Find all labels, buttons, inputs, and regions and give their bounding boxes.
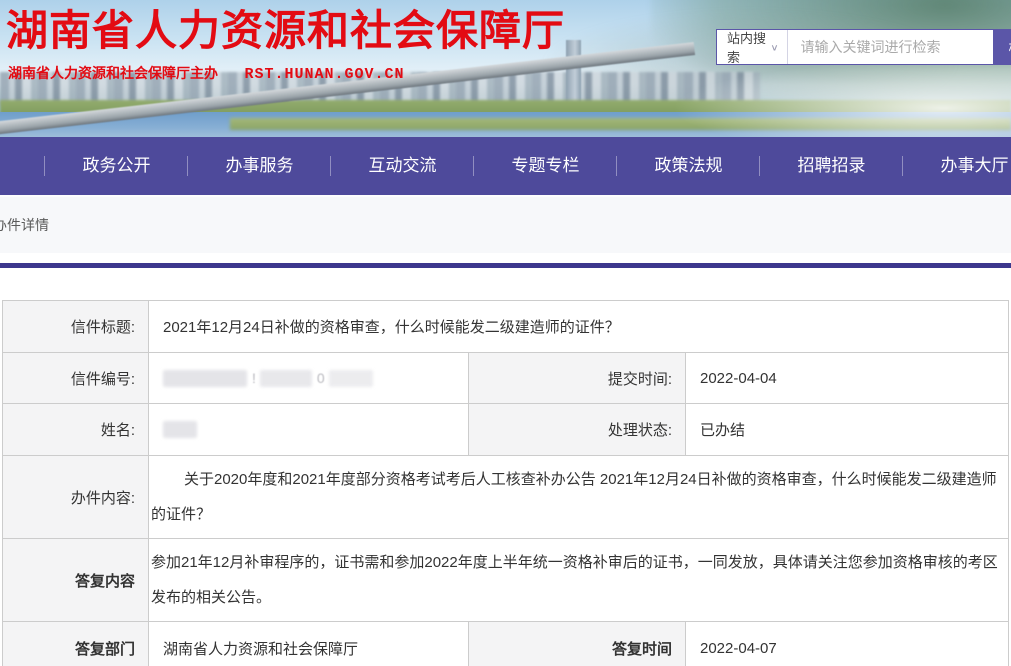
table-row: 姓名: 处理状态: 已办结 (3, 404, 1009, 456)
letter-detail-table: 信件标题: 2021年12月24日补做的资格审查，什么时候能发二级建造师的证件？… (2, 300, 1009, 666)
redaction-blob (260, 370, 312, 387)
chevron-down-icon: ∨ (770, 42, 778, 52)
letter-no-label: 信件编号: (3, 353, 149, 404)
breadcrumb-bar: 办件详情 (0, 195, 1011, 253)
banner-haze (671, 60, 1011, 137)
reply-content-label: 答复内容 (3, 539, 149, 622)
site-organizer: 湖南省人力资源和社会保障厅主办 (8, 65, 218, 81)
site-search: 站内搜索 ∨ 检索 (716, 29, 1011, 65)
table-row: 办件内容: 关于2020年度和2021年度部分资格考试考后人工核查补办公告 20… (3, 456, 1009, 539)
nav-item-interact[interactable]: 互动交流 (331, 137, 474, 195)
reply-dept-value: 湖南省人力资源和社会保障厅 (149, 622, 469, 666)
main-navbar: 首页 政务公开 办事服务 互动交流 专题专栏 政策法规 招聘招录 办事大厅 (0, 137, 1011, 195)
site-banner: 湖南省人力资源和社会保障厅 湖南省人力资源和社会保障厅主办 RST.HUNAN.… (0, 0, 1011, 137)
name-label: 姓名: (3, 404, 149, 456)
nav-item-gov-open[interactable]: 政务公开 (45, 137, 188, 195)
table-row: 信件编号: !0 提交时间: 2022-04-04 (3, 353, 1009, 404)
reply-time-value: 2022-04-07 (686, 622, 1009, 666)
table-row: 信件标题: 2021年12月24日补做的资格审查，什么时候能发二级建造师的证件？ (3, 301, 1009, 353)
search-scope-select[interactable]: 站内搜索 ∨ (717, 30, 788, 64)
table-row: 答复部门 湖南省人力资源和社会保障厅 答复时间 2022-04-07 (3, 622, 1009, 666)
content-label: 办件内容: (3, 456, 149, 539)
letter-title-label: 信件标题: (3, 301, 149, 353)
nav-item-topics[interactable]: 专题专栏 (474, 137, 617, 195)
reply-content-value: 参加21年12月补审程序的，证书需和参加2022年度上半年统一资格补审后的证书，… (149, 539, 1009, 622)
nav-item-policies[interactable]: 政策法规 (617, 137, 760, 195)
redaction-faint-glyph: ! (252, 370, 256, 386)
divider (0, 263, 1011, 268)
submit-time-value: 2022-04-04 (686, 353, 1009, 404)
reply-dept-label: 答复部门 (3, 622, 149, 666)
site-domain: RST.HUNAN.GOV.CN (244, 66, 404, 83)
status-label: 处理状态: (469, 404, 686, 456)
letter-title-value: 2021年12月24日补做的资格审查，什么时候能发二级建造师的证件？ (149, 301, 1009, 353)
status-value: 已办结 (686, 404, 1009, 456)
content-value: 关于2020年度和2021年度部分资格考试考后人工核查补办公告 2021年12月… (149, 456, 1009, 539)
table-row: 答复内容 参加21年12月补审程序的，证书需和参加2022年度上半年统一资格补审… (3, 539, 1009, 622)
nav-item-hall[interactable]: 办事大厅 (903, 137, 1011, 195)
nav-items: 首页 政务公开 办事服务 互动交流 专题专栏 政策法规 招聘招录 办事大厅 (0, 137, 1011, 195)
nav-item-home[interactable]: 首页 (0, 137, 45, 195)
submit-time-label: 提交时间: (469, 353, 686, 404)
breadcrumb: 办件详情 (0, 215, 49, 235)
redaction-blob (329, 370, 373, 387)
search-scope-label: 站内搜索 (727, 28, 770, 66)
search-input[interactable] (788, 30, 993, 64)
redaction-blob (163, 370, 247, 387)
nav-item-recruit[interactable]: 招聘招录 (760, 137, 903, 195)
name-value-redacted (149, 404, 469, 456)
nav-item-services[interactable]: 办事服务 (188, 137, 331, 195)
search-button[interactable]: 检索 (993, 30, 1011, 64)
site-title: 湖南省人力资源和社会保障厅 (6, 6, 565, 56)
letter-no-value-redacted: !0 (149, 353, 469, 404)
redaction-blob (163, 421, 197, 438)
reply-time-label: 答复时间 (469, 622, 686, 666)
site-subtitle: 湖南省人力资源和社会保障厅主办 RST.HUNAN.GOV.CN (8, 63, 404, 83)
redaction-faint-glyph: 0 (317, 370, 325, 386)
